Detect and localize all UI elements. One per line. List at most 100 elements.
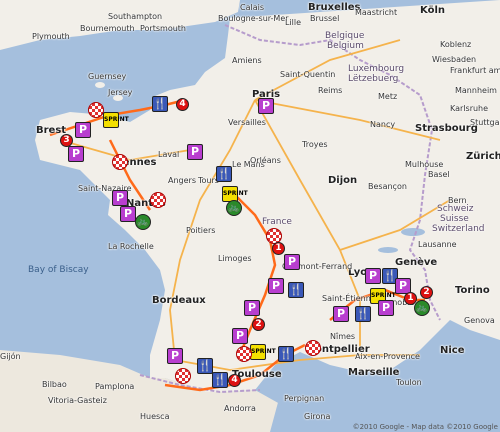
- bike-marker[interactable]: 🚲: [414, 300, 430, 316]
- map-copyright: ©2010 Google - Map data ©2010 Google: [352, 423, 498, 431]
- parking-marker[interactable]: P: [365, 268, 381, 284]
- food-marker[interactable]: 🍴: [152, 96, 168, 112]
- city-label-lille: Lille: [285, 18, 302, 27]
- bike-marker[interactable]: 🚲: [135, 214, 151, 230]
- city-label-koln: Köln: [420, 5, 445, 16]
- city-label-toulon: Toulon: [396, 378, 422, 387]
- city-label-dijon: Dijon: [328, 175, 358, 186]
- city-label-mulhouse: Mulhouse: [405, 160, 444, 169]
- parking-marker[interactable]: P: [120, 206, 136, 222]
- city-label-calais: Calais: [240, 3, 265, 12]
- city-label-reims: Reims: [318, 86, 343, 95]
- parking-marker[interactable]: P: [68, 146, 84, 162]
- city-label-metz: Metz: [378, 92, 398, 101]
- city-label-saint-etienne: Saint-Étienne: [322, 294, 376, 303]
- food-marker[interactable]: 🍴: [216, 166, 232, 182]
- food-marker[interactable]: 🍴: [355, 306, 371, 322]
- city-label-nice: Nice: [440, 345, 465, 356]
- country-label-belgique: Belgique: [325, 31, 365, 41]
- sprint-marker[interactable]: SPRINT: [103, 112, 129, 128]
- city-label-poitiers: Poitiers: [186, 226, 216, 235]
- stage-marker-checker[interactable]: [150, 192, 166, 208]
- stage-marker-checker[interactable]: [175, 368, 191, 384]
- city-label-plymouth: Plymouth: [32, 32, 70, 41]
- city-label-jersey: Jersey: [108, 88, 133, 97]
- city-label-geneve: Genève: [395, 257, 438, 268]
- city-label-guernsey: Guernsey: [88, 72, 127, 81]
- city-label-mannheim: Mannheim: [455, 86, 497, 95]
- city-label-lausanne: Lausanne: [418, 240, 457, 249]
- stage-marker-checker[interactable]: [305, 340, 321, 356]
- city-label-bournemouth: Bournemouth: [80, 24, 135, 33]
- city-label-gijon: Gijón: [0, 352, 21, 361]
- bike-marker[interactable]: 🚲: [226, 200, 242, 216]
- stage-marker-checker[interactable]: [236, 346, 252, 362]
- city-label-nancy: Nancy: [370, 120, 396, 129]
- city-label-marseille: Marseille: [348, 367, 400, 378]
- city-label-brest: Brest: [36, 125, 67, 136]
- stage-number-marker[interactable]: 4: [176, 98, 189, 111]
- city-label-koblenz: Koblenz: [440, 40, 472, 49]
- city-label-maastricht: Maastricht: [355, 8, 398, 17]
- parking-marker[interactable]: P: [244, 300, 260, 316]
- parking-marker[interactable]: P: [75, 122, 91, 138]
- parking-marker[interactable]: P: [232, 328, 248, 344]
- city-label-bruxelles: Bruxelles: [308, 2, 361, 13]
- country-label-belgium: Belgium: [327, 41, 364, 51]
- stage-number-marker[interactable]: 1: [272, 242, 285, 255]
- city-label-zurich: Zürich: [466, 151, 500, 162]
- city-label-brussel: Brussel: [310, 14, 340, 23]
- parking-marker[interactable]: P: [112, 190, 128, 206]
- city-label-basel: Basel: [428, 170, 450, 179]
- stage-marker-checker[interactable]: [88, 102, 104, 118]
- city-label-bilbao: Bilbao: [42, 380, 67, 389]
- city-label-bordeaux: Bordeaux: [152, 295, 206, 306]
- country-label-schweiz: Schweiz: [437, 204, 474, 214]
- country-label-switzerland: Switzerland: [432, 224, 485, 234]
- food-marker[interactable]: 🍴: [197, 358, 213, 374]
- food-marker[interactable]: 🍴: [278, 346, 294, 362]
- parking-marker[interactable]: P: [268, 278, 284, 294]
- city-label-vitoria: Vitoria-Gasteiz: [48, 396, 107, 405]
- parking-marker[interactable]: P: [258, 98, 274, 114]
- food-marker[interactable]: 🍴: [212, 372, 228, 388]
- city-label-amiens: Amiens: [232, 56, 262, 65]
- country-label-luxembourg: Luxembourg: [348, 64, 405, 74]
- parking-marker[interactable]: P: [167, 348, 183, 364]
- city-label-huesca: Huesca: [140, 412, 170, 421]
- country-label-suisse: Suisse: [440, 214, 469, 224]
- stage-marker-checker[interactable]: [112, 154, 128, 170]
- parking-marker[interactable]: P: [378, 300, 394, 316]
- parking-marker[interactable]: P: [187, 144, 203, 160]
- city-label-aix: Aix-en-Provence: [355, 352, 420, 361]
- city-label-torino: Torino: [455, 285, 490, 296]
- city-label-troyes: Troyes: [302, 140, 328, 149]
- city-label-girona: Girona: [304, 412, 331, 421]
- city-label-boulogne: Boulogne-sur-Mer: [218, 14, 289, 23]
- city-label-nimes: Nîmes: [330, 332, 356, 341]
- city-label-orleans: Orléans: [250, 156, 281, 165]
- stage-number-marker[interactable]: 2: [252, 318, 265, 331]
- stage-number-marker[interactable]: 2: [420, 286, 433, 299]
- city-label-laval: Laval: [158, 150, 180, 159]
- city-label-besancon: Besançon: [368, 182, 407, 191]
- stage-number-marker[interactable]: 4: [228, 374, 241, 387]
- city-label-versailles: Versailles: [228, 118, 266, 127]
- city-label-saint-quentin: Saint-Quentin: [280, 70, 336, 79]
- city-label-portsmouth: Portsmouth: [140, 24, 186, 33]
- sprint-marker[interactable]: SPRINT: [250, 344, 276, 360]
- city-label-frankfurt: Frankfurt am Main: [450, 66, 500, 75]
- food-marker[interactable]: 🍴: [288, 282, 304, 298]
- city-label-limoges: Limoges: [218, 254, 252, 263]
- stage-number-marker[interactable]: 3: [60, 134, 73, 147]
- city-label-la-rochelle: La Rochelle: [108, 242, 154, 251]
- city-label-perpignan: Perpignan: [284, 394, 325, 403]
- map-view[interactable]: Belgique Belgium Luxembourg Lëtzebuerg S…: [0, 0, 500, 432]
- parking-marker[interactable]: P: [284, 254, 300, 270]
- city-label-pamplona: Pamplona: [95, 382, 135, 391]
- sea-label-bay-of-biscay: Bay of Biscay: [28, 265, 89, 275]
- country-label-france: France: [262, 217, 292, 227]
- parking-marker[interactable]: P: [333, 306, 349, 322]
- city-label-bern: Bern: [448, 196, 467, 205]
- country-label-letzebuerg: Lëtzebuerg: [348, 74, 399, 84]
